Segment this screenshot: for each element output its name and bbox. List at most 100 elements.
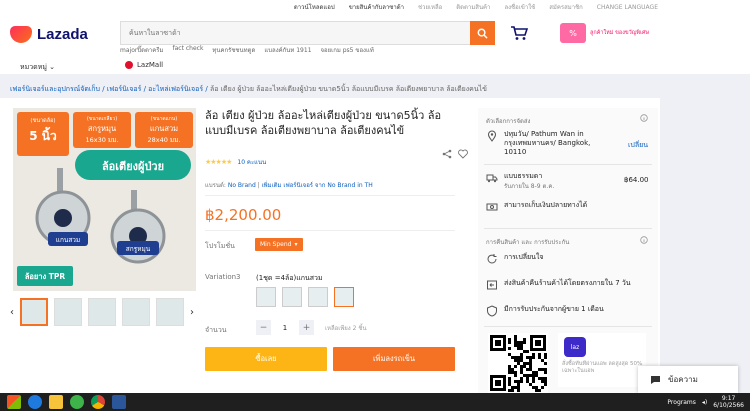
share-icon[interactable] <box>442 149 452 159</box>
top-link-sell[interactable]: ขายสินค้ากับลาซาด้า <box>349 2 404 12</box>
variation-option[interactable] <box>282 287 302 307</box>
suggestion-chip[interactable]: แบลงค์กันท 1911 <box>264 45 311 55</box>
lazada-heart-icon <box>10 26 32 43</box>
brand-more-link[interactable]: เพิ่มเติม เฟอร์นิเจอร์ จาก No Brand in T… <box>262 182 373 189</box>
suggestion-chip[interactable]: ทุนคกรัชชนทตูด <box>212 45 255 55</box>
lazmall-icon <box>125 61 133 69</box>
discount-tag-icon: % <box>560 23 586 43</box>
chevron-down-icon: ⌄ <box>49 63 56 71</box>
warranty-row: มีการรับประกันจากผู้ขาย 1 เดือน <box>486 305 604 317</box>
categories-menu[interactable]: หมวดหมู่ ⌄ <box>20 62 55 73</box>
cart-button[interactable] <box>510 25 529 43</box>
svg-text:(ขนาดเกลียว): (ขนาดเกลียว) <box>87 115 117 122</box>
browser-icon[interactable] <box>70 395 84 409</box>
promo-text: ลูกค้าใหม่ ของขวัญพิเศษ <box>590 29 650 36</box>
explorer-icon[interactable] <box>28 395 42 409</box>
return-icon <box>487 280 497 290</box>
search-icon <box>477 28 488 39</box>
shipping-option: แบบธรรมดา รับภายใน 8-9 ต.ค. <box>486 172 554 191</box>
service-header: การคืนสินค้า และ การรับประกัน <box>486 239 570 246</box>
heart-icon[interactable] <box>458 149 468 159</box>
top-bar: ดาวน์โหลดแอป ขายสินค้ากับลาซาด้า ช่วยเหล… <box>0 0 750 14</box>
quantity-stepper: − 1 + เหลือเพียง 2 ชิ้น <box>256 320 367 335</box>
lazmall-link[interactable]: LazMall <box>125 61 163 69</box>
quantity-value[interactable]: 1 <box>280 324 290 332</box>
suggestion-chip[interactable]: จอยเกม ps5 ของแท้ <box>321 45 374 55</box>
image-size-value: 5 นิ้ว <box>29 126 57 143</box>
thumbnail[interactable] <box>122 298 150 326</box>
change-of-mind-row: การเปลี่ยนใจ <box>486 253 543 265</box>
product-main-image[interactable]: (ขนาดล้อ) 5 นิ้ว (ขนาดเกลียว) สกรูหมุน 1… <box>13 108 196 291</box>
suggestion-chip[interactable]: majorปิ๊ดตาครีม <box>120 45 164 55</box>
chat-button[interactable]: ข้อความ <box>638 366 738 393</box>
thumbnail[interactable] <box>156 298 184 326</box>
thumb-next-arrow-icon[interactable]: › <box>190 307 194 318</box>
laz-app-icon: laz <box>564 337 586 357</box>
volume-icon[interactable]: ◂) <box>702 399 707 406</box>
chrome-icon[interactable] <box>91 395 105 409</box>
product-title: ล้อ เตียง ผู้ป่วย ล้ออะไหล่เตียงผู้ป่วย … <box>205 109 442 137</box>
variation-selected: (1ชุด =4ล้อ)แกนสวม <box>256 274 323 282</box>
shield-icon <box>487 305 497 317</box>
breadcrumb-item[interactable]: เฟอร์นิเจอร์และอุปกรณ์จัดเก็บ <box>10 85 100 93</box>
top-link-help[interactable]: ช่วยเหลือ <box>418 2 442 12</box>
word-icon[interactable] <box>112 395 126 409</box>
app-promo-tile[interactable]: laz สั่งซื้อทันทีผ่านแอพ ลดสูงสุด 50% เฉ… <box>558 333 646 387</box>
header: Lazada majorปิ๊ดตาครีม fact check ทุนคกร… <box>0 14 750 74</box>
rating: ★★★★★ 10 คะแนน <box>205 157 266 167</box>
location-pin-icon <box>487 130 497 142</box>
top-link-login[interactable]: ลงชื่อเข้าใช้ <box>504 2 535 12</box>
rating-stars: ★★★★★ <box>205 158 232 166</box>
variation-option[interactable] <box>334 287 354 307</box>
info-icon[interactable] <box>640 114 648 122</box>
divider <box>205 230 455 231</box>
product-price: ฿2,200.00 <box>205 206 282 224</box>
search-suggestions: majorปิ๊ดตาครีม fact check ทุนคกรัชชนทตู… <box>120 45 374 55</box>
rating-count[interactable]: 10 คะแนน <box>237 157 266 167</box>
suggestion-chip[interactable]: fact check <box>173 45 204 55</box>
cart-icon <box>511 26 529 40</box>
decrement-button[interactable]: − <box>256 320 271 335</box>
brand-row: แบรนด์: No Brand | เพิ่มเติม เฟอร์นิเจอร… <box>205 182 373 189</box>
new-customer-promo[interactable]: % ลูกค้าใหม่ ของขวัญพิเศษ <box>560 20 656 46</box>
variation-option[interactable] <box>256 287 276 307</box>
add-to-cart-button[interactable]: เพิ่มลงรถเข็น <box>333 347 455 371</box>
increment-button[interactable]: + <box>299 320 314 335</box>
variation-option[interactable] <box>308 287 328 307</box>
brand-link[interactable]: No Brand <box>228 182 256 189</box>
programs-label[interactable]: Programs <box>667 399 695 406</box>
min-spend-badge[interactable]: Min Spend ▾ <box>255 238 303 251</box>
chevron-down-icon: ▾ <box>294 241 298 248</box>
delivery-address: ปทุมวัน/ Pathum Wan in กรุงเทพมหานคร/ Ba… <box>486 130 606 157</box>
search-input[interactable] <box>121 22 471 44</box>
cod-row: สามารถเก็บเงินปลายทางได้ <box>486 201 587 213</box>
top-link-signup[interactable]: สมัครสมาชิก <box>549 2 583 12</box>
top-link-language[interactable]: CHANGE LANGUAGE <box>597 4 658 11</box>
thumb-prev-arrow-icon[interactable]: ‹ <box>10 307 14 318</box>
info-icon[interactable] <box>640 236 648 244</box>
chat-icon <box>651 375 660 384</box>
breadcrumb: เฟอร์นิเจอร์และอุปกรณ์จัดเก็บ / เฟอร์นิเ… <box>10 85 487 93</box>
divider <box>205 195 455 196</box>
search-button[interactable] <box>470 21 495 45</box>
app-qr-code <box>488 333 548 393</box>
breadcrumb-item[interactable]: เฟอร์นิเจอร์ <box>107 85 142 93</box>
delivery-header: ตัวเลือกการจัดส่ง <box>486 118 531 125</box>
shipping-price: ฿64.00 <box>624 176 649 184</box>
thumbnail[interactable] <box>54 298 82 326</box>
top-link-track[interactable]: ติดตามสินค้า <box>456 2 490 12</box>
change-address-link[interactable]: เปลี่ยน <box>628 140 648 151</box>
truck-icon <box>486 174 498 183</box>
svg-text:16x30 มม.: 16x30 มม. <box>85 136 118 144</box>
thumbnail[interactable] <box>88 298 116 326</box>
buy-now-button[interactable]: ซื้อเลย <box>205 347 327 371</box>
windows-start-icon[interactable] <box>7 395 21 409</box>
breadcrumb-item[interactable]: อะไหล่เฟอร์นิเจอร์ <box>148 85 203 93</box>
folder-icon[interactable] <box>49 395 63 409</box>
lazada-logo[interactable]: Lazada <box>10 26 88 43</box>
return-policy-row: ส่งสินค้าคืนร้านค้าได้โดยตรงภายใน 7 วัน <box>486 279 631 291</box>
thumbnail[interactable] <box>20 298 48 326</box>
top-link-download-app[interactable]: ดาวน์โหลดแอป <box>294 2 335 12</box>
windows-taskbar: Programs ◂) 9:17 6/10/2566 <box>0 393 750 411</box>
clock[interactable]: 9:17 6/10/2566 <box>713 395 744 409</box>
